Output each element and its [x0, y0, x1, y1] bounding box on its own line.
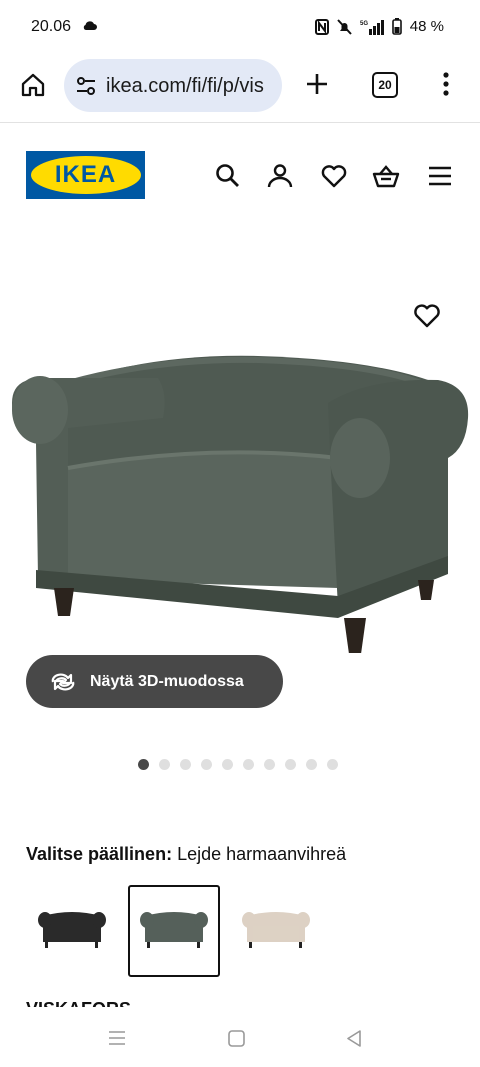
cover-label-prefix: Valitse päällinen: — [26, 844, 173, 864]
cover-selection-label: Valitse päällinen: Lejde harmaanvihreä — [26, 844, 346, 865]
sofa-thumbnail-icon — [242, 912, 310, 948]
gallery-dot[interactable] — [264, 759, 275, 770]
sofa-product-image[interactable] — [8, 348, 472, 653]
gallery-dot[interactable] — [327, 759, 338, 770]
swatch-grey-green[interactable] — [128, 885, 220, 977]
svg-text:5G: 5G — [360, 21, 368, 27]
status-time: 20.06 — [31, 18, 72, 35]
home-icon — [21, 73, 45, 97]
gallery-dot[interactable] — [201, 759, 212, 770]
system-navigation-bar — [0, 1012, 480, 1067]
search-icon[interactable] — [214, 162, 242, 190]
home-button[interactable] — [18, 70, 48, 100]
gallery-dot[interactable] — [180, 759, 191, 770]
product-name-partial: VISKAFORS — [26, 1000, 146, 1007]
sofa-thumbnail-icon — [140, 912, 208, 948]
product-gallery[interactable]: Näytä 3D-muodossa — [0, 233, 480, 793]
status-bar: 20.06 5G 48 % — [0, 0, 480, 54]
back-triangle-icon[interactable] — [346, 1030, 362, 1047]
view-3d-button[interactable]: Näytä 3D-muodossa — [26, 655, 283, 708]
gallery-pagination[interactable] — [138, 759, 338, 770]
gallery-dot[interactable] — [159, 759, 170, 770]
rotate-3d-icon — [51, 672, 75, 691]
site-header: IKEA — [0, 123, 480, 233]
ikea-logo[interactable]: IKEA — [26, 151, 145, 199]
hamburger-menu-icon[interactable] — [426, 162, 454, 190]
gallery-dot[interactable] — [138, 759, 149, 770]
shopping-basket-icon[interactable] — [372, 162, 400, 190]
home-square-icon[interactable] — [228, 1030, 245, 1047]
address-bar[interactable]: ikea.com/fi/fi/p/vis — [64, 59, 282, 112]
battery-percent: 48 % — [409, 18, 444, 35]
url-text: ikea.com/fi/fi/p/vis — [106, 75, 264, 97]
recents-menu-icon[interactable] — [108, 1030, 126, 1046]
new-tab-icon[interactable] — [305, 72, 329, 96]
gallery-dot[interactable] — [285, 759, 296, 770]
cloud-icon — [83, 21, 97, 30]
logo-text: IKEA — [54, 161, 117, 188]
swatch-black[interactable] — [26, 885, 118, 977]
gallery-dot[interactable] — [306, 759, 317, 770]
favorite-heart-icon[interactable] — [413, 303, 441, 329]
status-icons: 5G 48 % — [314, 18, 444, 35]
battery-icon — [391, 18, 402, 35]
menu-kebab-icon[interactable] — [442, 72, 450, 96]
cover-selected-name: Lejde harmaanvihreä — [177, 844, 347, 864]
browser-toolbar: ikea.com/fi/fi/p/vis 20 — [0, 54, 480, 123]
gallery-dot[interactable] — [243, 759, 254, 770]
view-3d-label: Näytä 3D-muodossa — [90, 672, 244, 690]
mute-bell-icon — [337, 18, 352, 35]
wishlist-heart-icon[interactable] — [320, 162, 348, 190]
gallery-dot[interactable] — [222, 759, 233, 770]
nfc-icon — [314, 18, 329, 35]
site-settings-icon[interactable] — [76, 77, 96, 95]
cover-swatches — [26, 885, 322, 977]
sofa-thumbnail-icon — [38, 912, 106, 948]
tab-switcher-button[interactable]: 20 — [372, 72, 398, 98]
signal-icon: 5G — [360, 19, 384, 35]
swatch-beige[interactable] — [230, 885, 322, 977]
tab-count: 20 — [378, 78, 392, 92]
profile-icon[interactable] — [266, 162, 294, 190]
